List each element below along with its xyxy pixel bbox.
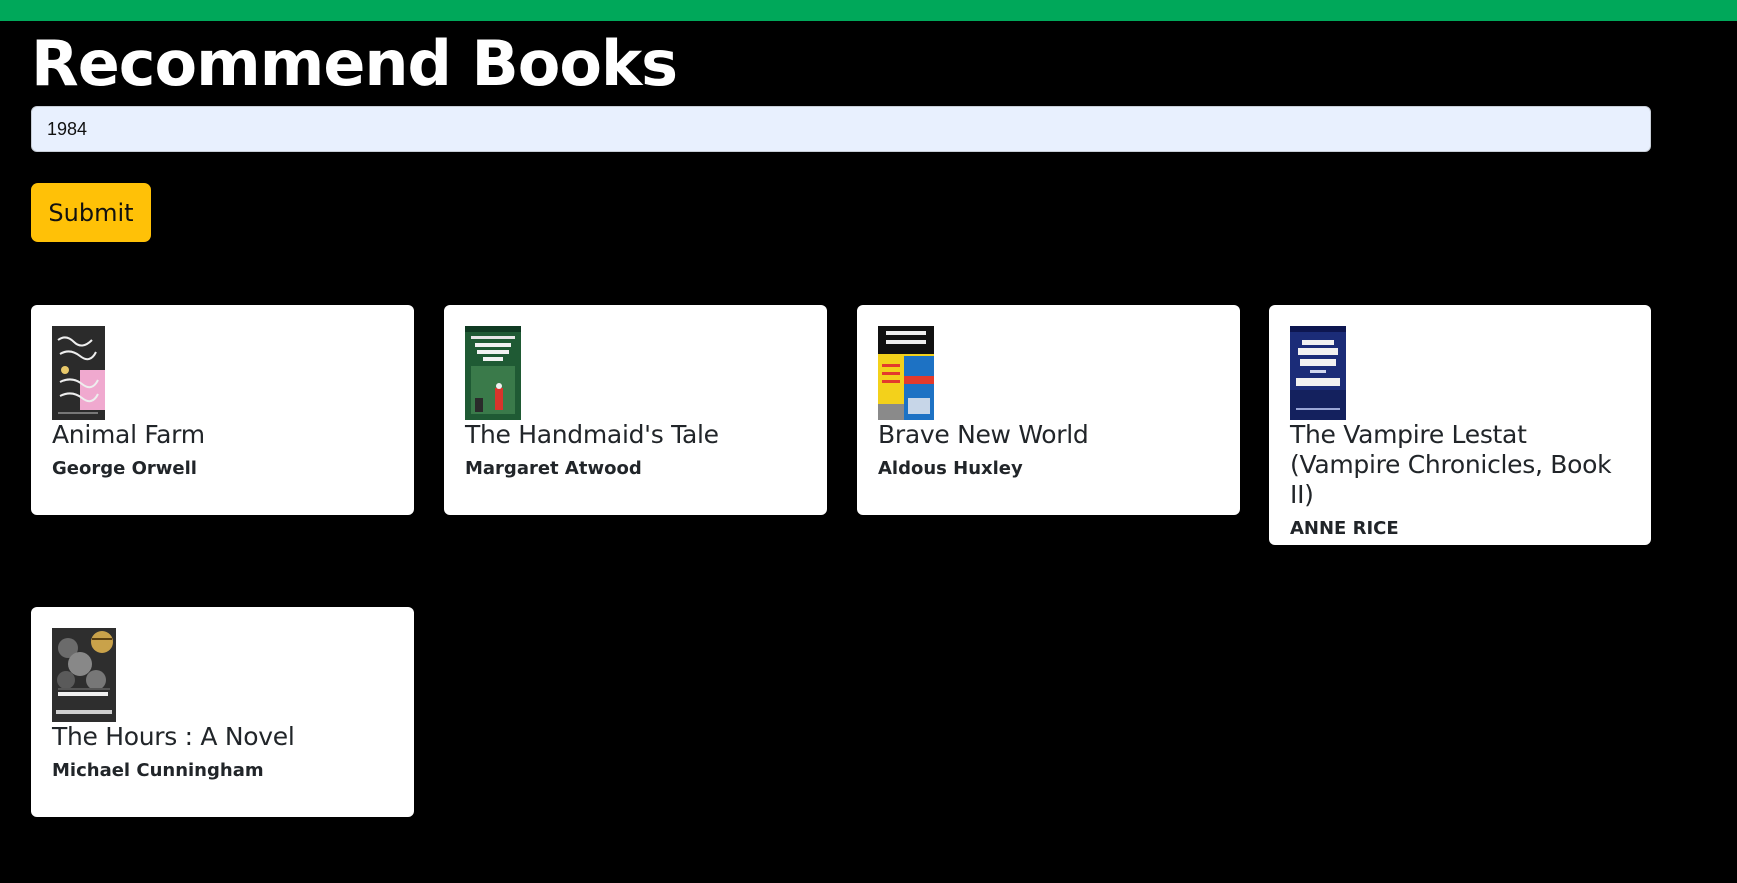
book-cover-handmaids-tale-icon — [465, 326, 521, 420]
book-author: ANNE RICE — [1290, 518, 1399, 539]
top-accent-bar — [0, 0, 1737, 21]
book-cover-brave-new-world-icon — [878, 326, 934, 420]
search-input[interactable] — [31, 106, 1651, 152]
book-card: The Handmaid's Tale Margaret Atwood — [444, 305, 827, 515]
book-card: Brave New World Aldous Huxley — [857, 305, 1240, 515]
page-title: Recommend Books — [31, 27, 678, 100]
book-card: Animal Farm George Orwell — [31, 305, 414, 515]
book-author: George Orwell — [52, 458, 197, 479]
book-title: The Handmaid's Tale — [465, 420, 719, 449]
submit-button[interactable]: Submit — [31, 183, 151, 242]
book-author: Michael Cunningham — [52, 760, 264, 781]
book-title: The Vampire Lestat (Vampire Chronicles, … — [1290, 420, 1612, 509]
book-cover-animal-farm-icon — [52, 326, 105, 420]
book-card: The Hours : A Novel Michael Cunningham — [31, 607, 414, 817]
book-title: Animal Farm — [52, 420, 205, 449]
book-title: The Hours : A Novel — [52, 722, 295, 751]
book-cover-the-hours-icon — [52, 628, 116, 722]
book-title: Brave New World — [878, 420, 1089, 449]
book-card: The Vampire Lestat (Vampire Chronicles, … — [1269, 305, 1651, 545]
book-author: Margaret Atwood — [465, 458, 642, 479]
book-author: Aldous Huxley — [878, 458, 1023, 479]
book-cover-vampire-lestat-icon — [1290, 326, 1346, 420]
